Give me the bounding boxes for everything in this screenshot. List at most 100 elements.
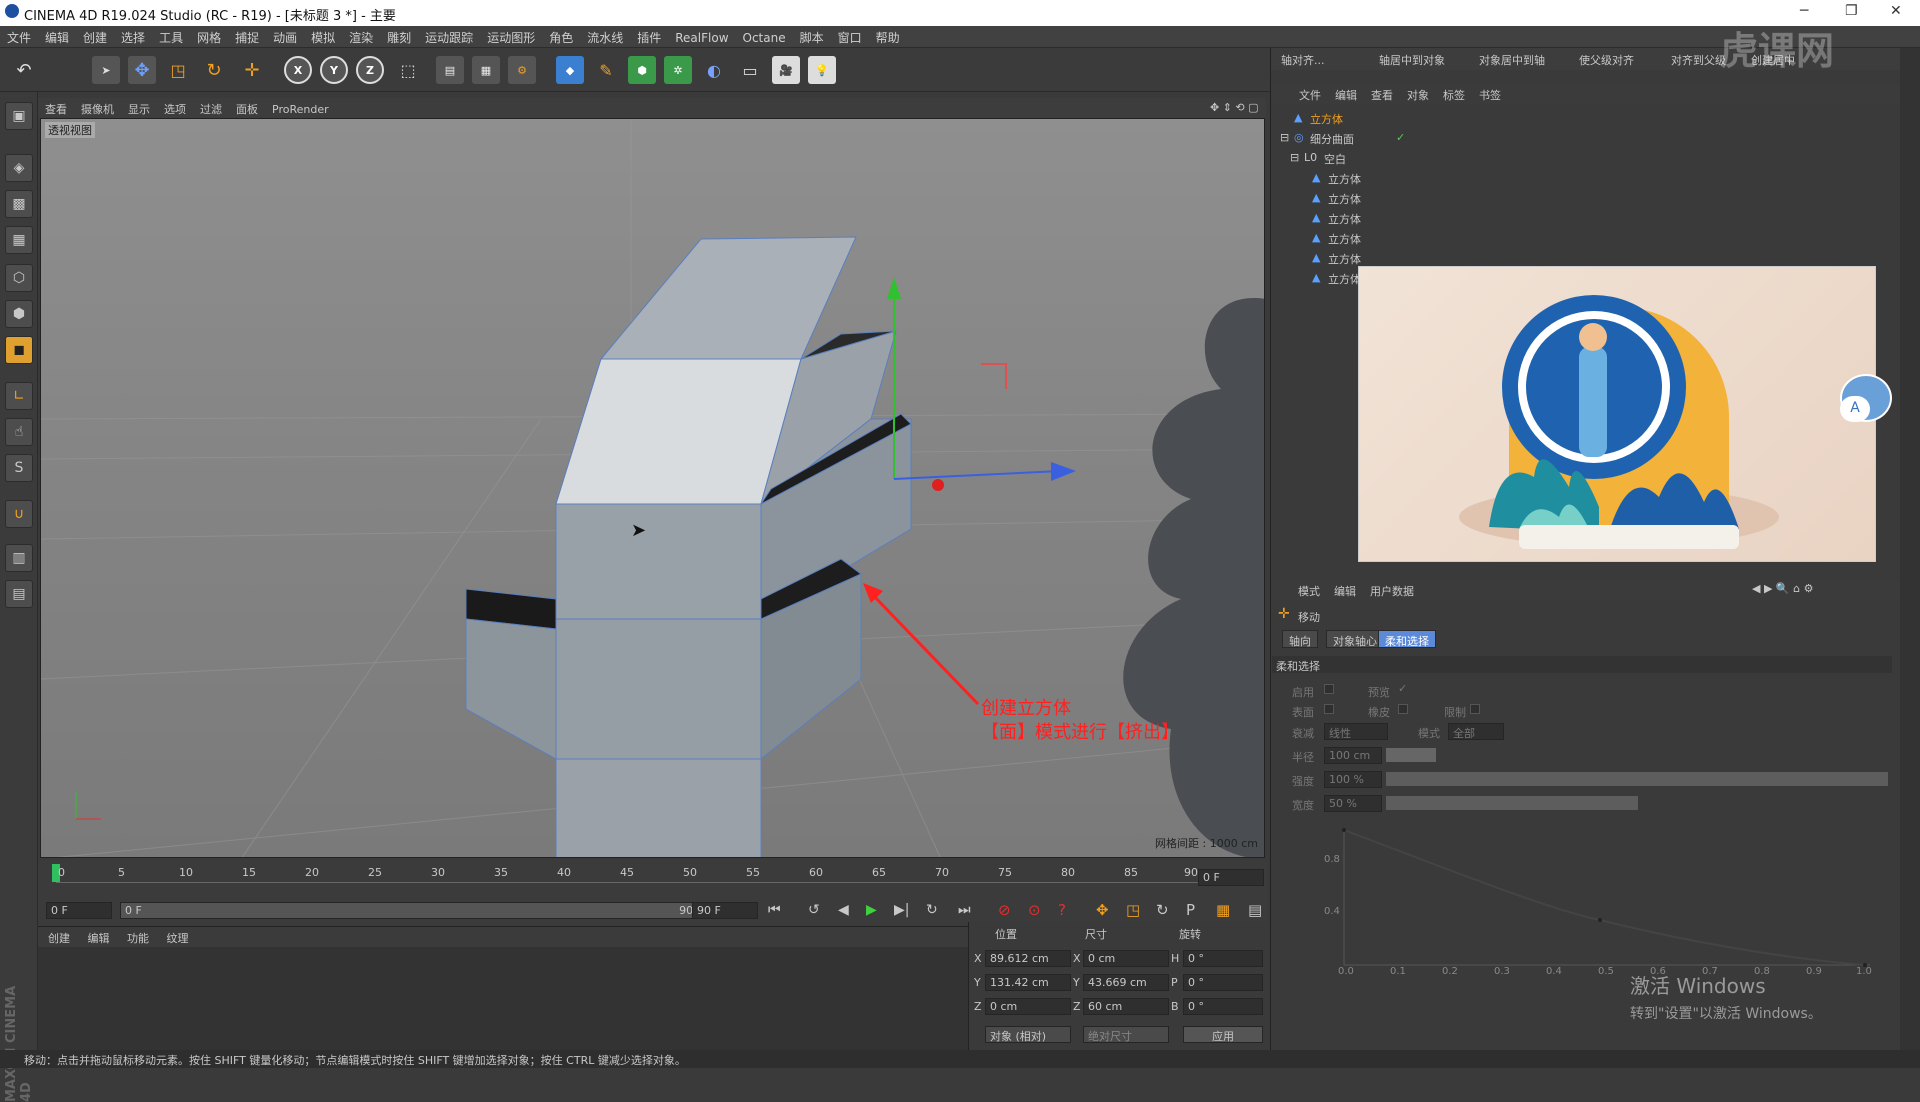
current-frame-field[interactable]: 0 F	[1198, 869, 1264, 886]
y-axis-lock-icon[interactable]: Y	[320, 56, 348, 84]
play-icon[interactable]: ▶	[866, 902, 877, 918]
attr-menu-userdata[interactable]: 用户数据	[1370, 583, 1414, 599]
texture-mode-icon[interactable]: ▩	[5, 190, 33, 218]
frame-range-slider[interactable]: 0 F 90 F	[120, 902, 720, 919]
minimize-icon[interactable]: ─	[1800, 3, 1808, 19]
magnet-icon[interactable]: ∪	[5, 500, 33, 528]
scale-tool-icon[interactable]: ◳	[164, 56, 192, 84]
attr-menu-mode[interactable]: 模式	[1298, 583, 1320, 599]
rotate-tool-icon[interactable]: ↻	[200, 56, 228, 84]
goto-start-icon[interactable]: ⏮	[768, 902, 781, 918]
object-row[interactable]: ▲ 立方体	[1280, 188, 1900, 208]
tab-soft-selection[interactable]: 柔和选择	[1378, 630, 1436, 648]
position-y-field[interactable]: 131.42 cm	[985, 974, 1071, 991]
om-menu-object[interactable]: 对象	[1407, 87, 1429, 103]
size-y-field[interactable]: 43.669 cm	[1083, 974, 1169, 991]
menu-character[interactable]: 角色	[542, 26, 580, 49]
floor-icon[interactable]: ▭	[736, 56, 764, 84]
axis-mode-icon[interactable]: ∟	[5, 382, 33, 410]
object-row[interactable]: ▲ 立方体	[1280, 228, 1900, 248]
menu-mesh[interactable]: 网格	[190, 26, 228, 49]
position-z-field[interactable]: 0 cm	[985, 998, 1071, 1015]
menu-pipeline[interactable]: 流水线	[580, 26, 630, 49]
key-pla-icon[interactable]: ▦	[1216, 901, 1230, 919]
make-editable-icon[interactable]: ▣	[5, 102, 33, 130]
limit-checkbox[interactable]	[1470, 704, 1480, 714]
timeline-window-icon[interactable]: ▤	[1248, 901, 1262, 919]
render-picture-viewer-icon[interactable]: ▦	[472, 56, 500, 84]
rotation-p-field[interactable]: 0 °	[1183, 974, 1263, 991]
subdivision-surface-icon[interactable]: ⬢	[628, 56, 656, 84]
x-axis-lock-icon[interactable]: X	[284, 56, 312, 84]
key-rotation-icon[interactable]: ↻	[1156, 901, 1169, 919]
apply-button[interactable]: 应用	[1183, 1026, 1263, 1043]
falloff-curve-graph[interactable]: 0.8 0.4 0.0 0.1 0.2 0.3 0.4 0.5 0.6 0.7 …	[1300, 820, 1880, 980]
menu-render[interactable]: 渲染	[342, 26, 380, 49]
camera-icon[interactable]: 🎥	[772, 56, 800, 84]
timeline[interactable]: 0 5 10 15 20 25 30 35 40 45 50 55 60 65 …	[38, 860, 1268, 896]
menu-animate[interactable]: 动画	[266, 26, 304, 49]
menu-sculpt[interactable]: 雕刻	[380, 26, 418, 49]
record-icon[interactable]: ⊘	[998, 901, 1011, 919]
goto-end-icon[interactable]: ⏭	[958, 902, 971, 918]
menu-edit[interactable]: 编辑	[38, 26, 76, 49]
menu-snap[interactable]: 捕捉	[228, 26, 266, 49]
recent-tool-icon[interactable]: ✛	[238, 56, 266, 84]
deformer-icon[interactable]: ◐	[700, 56, 728, 84]
position-x-field[interactable]: 89.612 cm	[985, 950, 1071, 967]
viewport-menu-display[interactable]: 显示	[121, 98, 157, 120]
tab-axis[interactable]: 轴向	[1282, 630, 1318, 648]
object-row[interactable]: ▲ 立方体	[1280, 208, 1900, 228]
menu-plugins[interactable]: 插件	[630, 26, 668, 49]
cube-object-icon[interactable]: ◆	[556, 56, 584, 84]
grid-icon[interactable]: ▤	[5, 580, 33, 608]
next-frame-icon[interactable]: ▶|	[894, 902, 909, 918]
radius-slider[interactable]	[1386, 748, 1436, 762]
radius-field[interactable]: 100 cm	[1324, 747, 1382, 764]
render-settings-icon[interactable]: ⚙	[508, 56, 536, 84]
light-icon[interactable]: 💡	[808, 56, 836, 84]
strength-field[interactable]: 100 %	[1324, 771, 1382, 788]
translate-icon[interactable]: A	[1840, 396, 1870, 422]
axis-center-object-button[interactable]: 轴居中到对象	[1379, 52, 1445, 68]
restore-icon[interactable]: ❐	[1845, 3, 1858, 19]
preview-check-icon[interactable]: ✓	[1398, 682, 1407, 695]
om-menu-edit[interactable]: 编辑	[1335, 87, 1357, 103]
menu-file[interactable]: 文件	[0, 26, 38, 49]
om-menu-view[interactable]: 查看	[1371, 87, 1393, 103]
perspective-viewport[interactable]: 透视视图 ➤ 创建立方体 【面】模式进行【挤出】 网格间距: 1000 cm	[40, 118, 1265, 858]
attr-menu-edit[interactable]: 编辑	[1334, 583, 1356, 599]
workplane-icon[interactable]: ▦	[5, 226, 33, 254]
workplane-lock-icon[interactable]: ▥	[5, 544, 33, 572]
rotation-b-field[interactable]: 0 °	[1183, 998, 1263, 1015]
key-position-icon[interactable]: ✥	[1096, 901, 1109, 919]
tab-object-axis[interactable]: 对象轴心	[1326, 630, 1384, 648]
om-menu-tags[interactable]: 标签	[1443, 87, 1465, 103]
size-z-field[interactable]: 60 cm	[1083, 998, 1169, 1015]
viewport-menu-prorender[interactable]: ProRender	[265, 100, 336, 119]
edges-mode-icon[interactable]: ⬢	[5, 300, 33, 328]
menu-motion-tracker[interactable]: 运动跟踪	[418, 26, 480, 49]
viewport-menu-filter[interactable]: 过滤	[193, 98, 229, 120]
tweak-mode-icon[interactable]: ☝	[5, 418, 33, 446]
end-frame-field[interactable]: 90 F	[692, 902, 758, 919]
menu-realflow[interactable]: RealFlow	[668, 28, 735, 48]
material-tab-function[interactable]: 功能	[127, 932, 149, 945]
undo-icon[interactable]: ↶	[10, 56, 38, 84]
size-x-field[interactable]: 0 cm	[1083, 950, 1169, 967]
material-tab-edit[interactable]: 编辑	[88, 932, 110, 945]
strength-slider[interactable]	[1386, 772, 1888, 786]
width-slider[interactable]	[1386, 796, 1638, 810]
object-row[interactable]: ⊟ L0 空白	[1280, 148, 1900, 168]
cloner-icon[interactable]: ✲	[664, 56, 692, 84]
points-mode-icon[interactable]: ⬡	[5, 264, 33, 292]
move-tool-icon[interactable]: ✥	[128, 56, 156, 84]
loop-icon[interactable]: ↺	[808, 902, 820, 918]
polygons-mode-icon[interactable]: ◼	[5, 336, 33, 364]
coordinate-system-icon[interactable]: ⬚	[394, 56, 422, 84]
mode-dropdown[interactable]: 全部	[1448, 723, 1504, 740]
menu-select[interactable]: 选择	[114, 26, 152, 49]
model-mode-icon[interactable]: ◈	[5, 154, 33, 182]
width-field[interactable]: 50 %	[1324, 795, 1382, 812]
rubber-checkbox[interactable]	[1398, 704, 1408, 714]
